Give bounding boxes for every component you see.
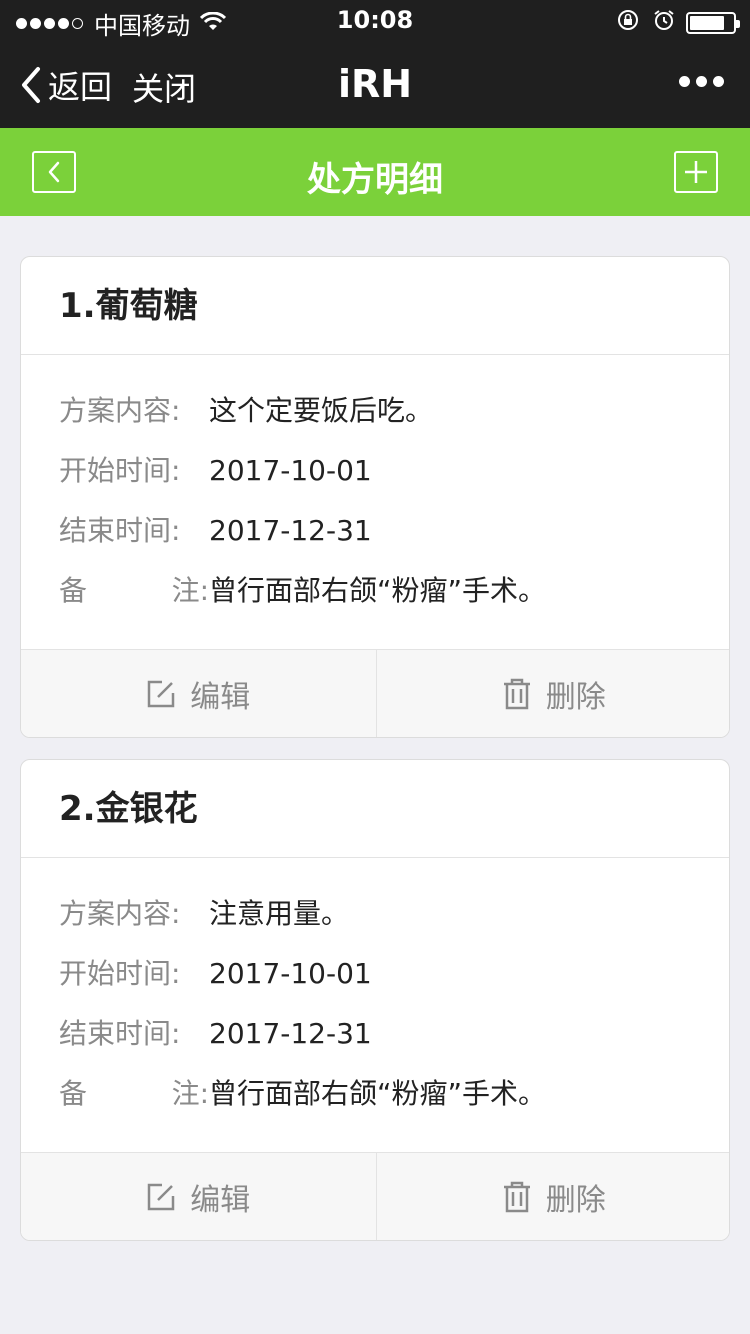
content-value: 这个定要饭后吃。 [209, 394, 434, 427]
prescription-card: 2.金银花 方案内容: 注意用量。 开始时间: 2017-10-01 结束时间:… [20, 759, 730, 1241]
note-label-b: 注: [171, 1077, 209, 1110]
end-row: 结束时间: 2017-12-31 [59, 511, 729, 571]
delete-label: 删除 [545, 679, 606, 715]
note-value: 曾行面部右颌“粉瘤”手术。 [209, 1077, 547, 1110]
nav-title: iRH [337, 62, 413, 106]
start-value: 2017-10-01 [209, 957, 372, 990]
delete-label: 删除 [545, 1182, 606, 1218]
page-header: 处方明细 [0, 128, 750, 216]
more-icon[interactable] [673, 76, 724, 87]
start-row: 开始时间: 2017-10-01 [59, 954, 729, 1014]
prescription-title: 1.葡萄糖 [21, 257, 729, 355]
delete-button[interactable]: 删除 [375, 1153, 730, 1240]
chevron-left-icon [22, 67, 40, 103]
plus-icon [685, 161, 707, 183]
nav-back-button[interactable]: 返回 [20, 62, 112, 108]
card-actions: 编辑 删除 [21, 649, 730, 737]
content-label: 方案内容: [59, 394, 181, 427]
page-title: 处方明细 [307, 160, 443, 200]
content-row: 方案内容: 这个定要饭后吃。 [59, 391, 729, 451]
prescription-details: 方案内容: 注意用量。 开始时间: 2017-10-01 结束时间: 2017-… [21, 858, 729, 1154]
content-value: 注意用量。 [209, 897, 350, 930]
delete-button[interactable]: 删除 [375, 650, 730, 737]
content-row: 方案内容: 注意用量。 [59, 894, 729, 954]
edit-button[interactable]: 编辑 [21, 650, 376, 737]
start-label: 开始时间: [59, 957, 181, 990]
end-label: 结束时间: [59, 1017, 181, 1050]
edit-icon [148, 680, 175, 707]
app-nav-bar: 返回 关闭 iRH [0, 40, 750, 128]
note-label-a: 备 [59, 574, 88, 607]
trash-icon [503, 1181, 530, 1212]
status-bar: 中国移动 10:08 [0, 0, 750, 40]
status-right [616, 8, 740, 38]
alarm-icon [652, 8, 676, 38]
note-row: 备 注: 曾行面部右颌“粉瘤”手术。 [59, 571, 729, 631]
header-back-button[interactable] [32, 151, 76, 193]
note-value: 曾行面部右颌“粉瘤”手术。 [209, 574, 547, 607]
start-value: 2017-10-01 [209, 454, 372, 487]
note-label: 备 注: [59, 571, 209, 611]
note-label-b: 注: [171, 574, 209, 607]
card-actions: 编辑 删除 [21, 1152, 730, 1240]
note-label: 备 注: [59, 1074, 209, 1114]
end-label: 结束时间: [59, 514, 181, 547]
note-label-a: 备 [59, 1077, 88, 1110]
content-label: 方案内容: [59, 897, 181, 930]
prescription-details: 方案内容: 这个定要饭后吃。 开始时间: 2017-10-01 结束时间: 20… [21, 355, 729, 651]
edit-icon [148, 1183, 175, 1210]
edit-label: 编辑 [190, 679, 251, 715]
edit-label: 编辑 [190, 1182, 251, 1218]
edit-button[interactable]: 编辑 [21, 1153, 376, 1240]
prescription-title: 2.金银花 [21, 760, 729, 858]
battery-icon [686, 12, 740, 34]
add-prescription-button[interactable] [674, 151, 718, 193]
nav-close-button[interactable]: 关闭 [132, 64, 196, 110]
end-value: 2017-12-31 [209, 514, 372, 547]
end-row: 结束时间: 2017-12-31 [59, 1014, 729, 1074]
orientation-lock-icon [616, 8, 640, 38]
end-value: 2017-12-31 [209, 1017, 372, 1050]
nav-back-label: 返回 [48, 68, 113, 106]
trash-icon [503, 678, 530, 709]
start-row: 开始时间: 2017-10-01 [59, 451, 729, 511]
note-row: 备 注: 曾行面部右颌“粉瘤”手术。 [59, 1074, 729, 1134]
chevron-left-icon [48, 161, 60, 183]
start-label: 开始时间: [59, 454, 181, 487]
prescription-card: 1.葡萄糖 方案内容: 这个定要饭后吃。 开始时间: 2017-10-01 结束… [20, 256, 730, 738]
